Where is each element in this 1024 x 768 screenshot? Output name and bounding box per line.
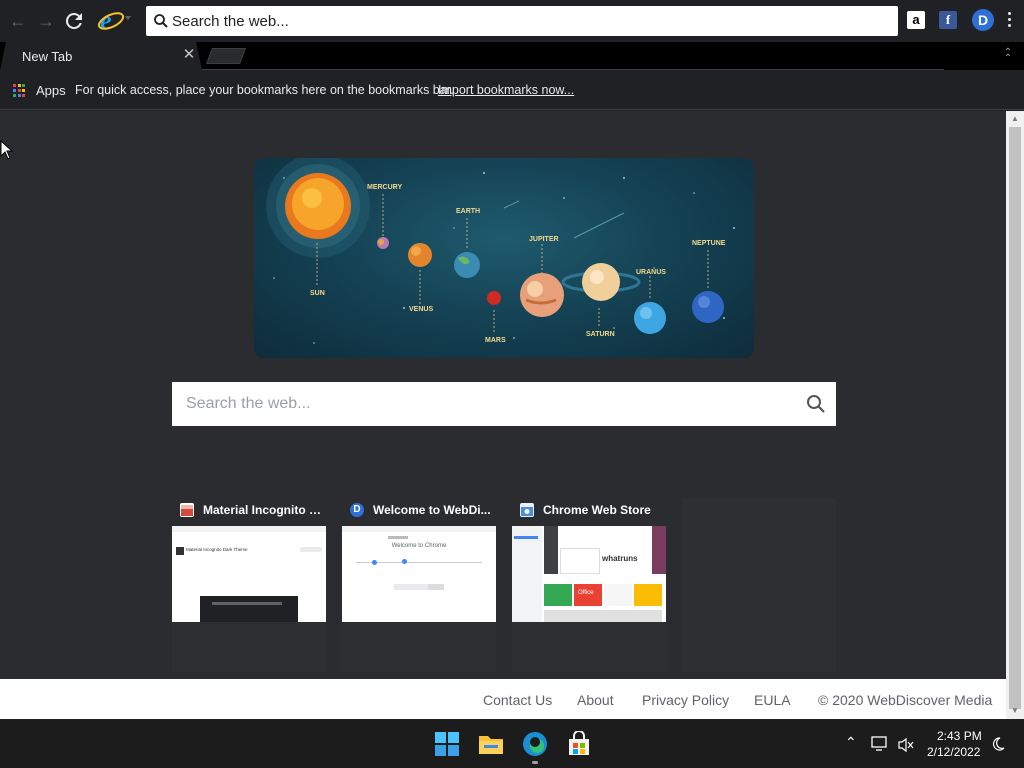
tab-new-tab[interactable]: New Tab ✕ bbox=[0, 42, 202, 70]
omnibox[interactable] bbox=[146, 6, 898, 36]
file-explorer-icon[interactable] bbox=[478, 731, 504, 757]
tile-placeholder bbox=[512, 622, 666, 672]
apps-bookmark[interactable]: Apps bbox=[36, 83, 66, 98]
clock-date[interactable]: 2/12/2022 bbox=[927, 745, 980, 759]
vertical-scrollbar[interactable]: ▲ ▼ bbox=[1006, 111, 1024, 719]
copyright-text: © 2020 WebDiscover Media bbox=[818, 692, 993, 708]
browser-toolbar: ← → e a f D bbox=[0, 0, 1024, 42]
back-arrow-icon[interactable]: ← bbox=[6, 9, 30, 33]
tile-header: D Welcome to WebDi... bbox=[342, 498, 496, 526]
network-icon[interactable] bbox=[871, 736, 889, 752]
solar-system-illustration: MERCURY EARTH JUPITER URANUS NEPTUNE SUN… bbox=[266, 158, 735, 344]
shop-glyph bbox=[181, 505, 193, 516]
tile-title: Chrome Web Store bbox=[543, 503, 651, 517]
chevron-up-icon[interactable]: ⌃ bbox=[845, 734, 857, 751]
thumb-office: Office bbox=[578, 590, 594, 596]
active-app-indicator bbox=[532, 761, 538, 764]
planet-label: EARTH bbox=[456, 208, 480, 215]
focus-assist-moon-icon[interactable] bbox=[990, 736, 1006, 752]
planet-label: MERCURY bbox=[367, 184, 402, 191]
forward-arrow-icon[interactable]: → bbox=[34, 9, 58, 33]
planet-label: VENUS bbox=[409, 306, 433, 313]
about-link[interactable]: About bbox=[577, 692, 614, 708]
internet-explorer-icon[interactable]: e bbox=[97, 6, 125, 34]
contact-us-link[interactable]: Contact Us bbox=[483, 692, 552, 708]
webdiscover-extension-icon[interactable]: D bbox=[972, 9, 994, 31]
store-glyph bbox=[521, 507, 533, 516]
speaker-muted-icon[interactable] bbox=[897, 737, 915, 753]
tab-strip: New Tab ✕ ⌃ ⌃ bbox=[0, 42, 1024, 70]
planet-label: MARS bbox=[485, 337, 506, 344]
planet-label: URANUS bbox=[636, 269, 666, 276]
tile-header: Chrome Web Store bbox=[512, 498, 666, 526]
new-tab-button[interactable] bbox=[206, 48, 246, 64]
reload-icon[interactable] bbox=[62, 9, 86, 33]
webdiscover-favicon-icon: D bbox=[350, 503, 364, 517]
eula-link[interactable]: EULA bbox=[754, 692, 791, 708]
omnibox-input[interactable] bbox=[172, 6, 872, 36]
chevron-up-icon[interactable]: ⌃ ⌃ bbox=[1001, 48, 1015, 64]
planet-label: SUN bbox=[310, 290, 325, 297]
search-icon bbox=[154, 14, 168, 28]
scroll-up-arrow-icon[interactable]: ▲ bbox=[1006, 113, 1024, 125]
edge-icon[interactable] bbox=[522, 731, 548, 757]
web-search-input[interactable] bbox=[186, 382, 786, 426]
reload-glyph bbox=[65, 12, 82, 29]
apps-grid-icon[interactable] bbox=[13, 84, 26, 97]
page-footer: Contact Us About Privacy Policy EULA © 2… bbox=[0, 679, 1006, 719]
store-icon[interactable] bbox=[566, 731, 592, 757]
kebab-menu-icon[interactable] bbox=[1003, 10, 1015, 32]
chrome-web-store-favicon-icon bbox=[520, 503, 534, 517]
privacy-policy-link[interactable]: Privacy Policy bbox=[642, 692, 729, 708]
close-icon[interactable]: ✕ bbox=[182, 47, 196, 63]
planet-label: SATURN bbox=[586, 331, 615, 338]
search-icon[interactable] bbox=[806, 394, 826, 414]
scroll-down-arrow-icon[interactable]: ▼ bbox=[1006, 705, 1024, 717]
amazon-extension-icon[interactable]: a bbox=[907, 11, 925, 29]
tile-title: Welcome to WebDi... bbox=[373, 503, 491, 517]
material-incognito-favicon-icon bbox=[180, 503, 194, 517]
thumb-brand: whatruns bbox=[602, 554, 638, 563]
bookmarks-hint: For quick access, place your bookmarks h… bbox=[75, 83, 454, 97]
windows-start-icon[interactable] bbox=[434, 731, 460, 757]
empty-tile-slot bbox=[682, 498, 836, 672]
most-visited-tile[interactable]: D Welcome to WebDi... Welcome to Chrome bbox=[342, 498, 496, 622]
tile-placeholder bbox=[172, 622, 326, 672]
clock-time[interactable]: 2:43 PM bbox=[937, 729, 982, 743]
thumb-heading: Material Incognito Dark Theme bbox=[186, 547, 248, 552]
tile-thumbnail: Material Incognito Dark Theme bbox=[172, 526, 326, 622]
web-search-box[interactable] bbox=[172, 382, 836, 426]
mouse-cursor-icon bbox=[0, 140, 14, 160]
facebook-extension-icon[interactable]: f bbox=[939, 11, 957, 29]
tile-thumbnail: Welcome to Chrome bbox=[342, 526, 496, 622]
tab-title: New Tab bbox=[22, 49, 73, 64]
planet-label: NEPTUNE bbox=[692, 240, 726, 247]
most-visited-tile[interactable]: Material Incognito D... Material Incogni… bbox=[172, 498, 326, 622]
most-visited-tile[interactable]: Chrome Web Store whatruns Office bbox=[512, 498, 666, 622]
solar-system-banner: MERCURY EARTH JUPITER URANUS NEPTUNE SUN… bbox=[254, 158, 754, 358]
thumb-heading: Welcome to Chrome bbox=[391, 543, 447, 549]
tile-header: Material Incognito D... bbox=[172, 498, 326, 526]
import-bookmarks-link[interactable]: Import bookmarks now... bbox=[438, 83, 574, 97]
tile-placeholder bbox=[342, 622, 496, 672]
planet-label: JUPITER bbox=[529, 236, 559, 243]
tile-title: Material Incognito D... bbox=[203, 503, 325, 517]
scroll-thumb[interactable] bbox=[1009, 127, 1021, 709]
tile-thumbnail: whatruns Office bbox=[512, 526, 666, 622]
chevron-down-icon[interactable] bbox=[125, 16, 131, 20]
